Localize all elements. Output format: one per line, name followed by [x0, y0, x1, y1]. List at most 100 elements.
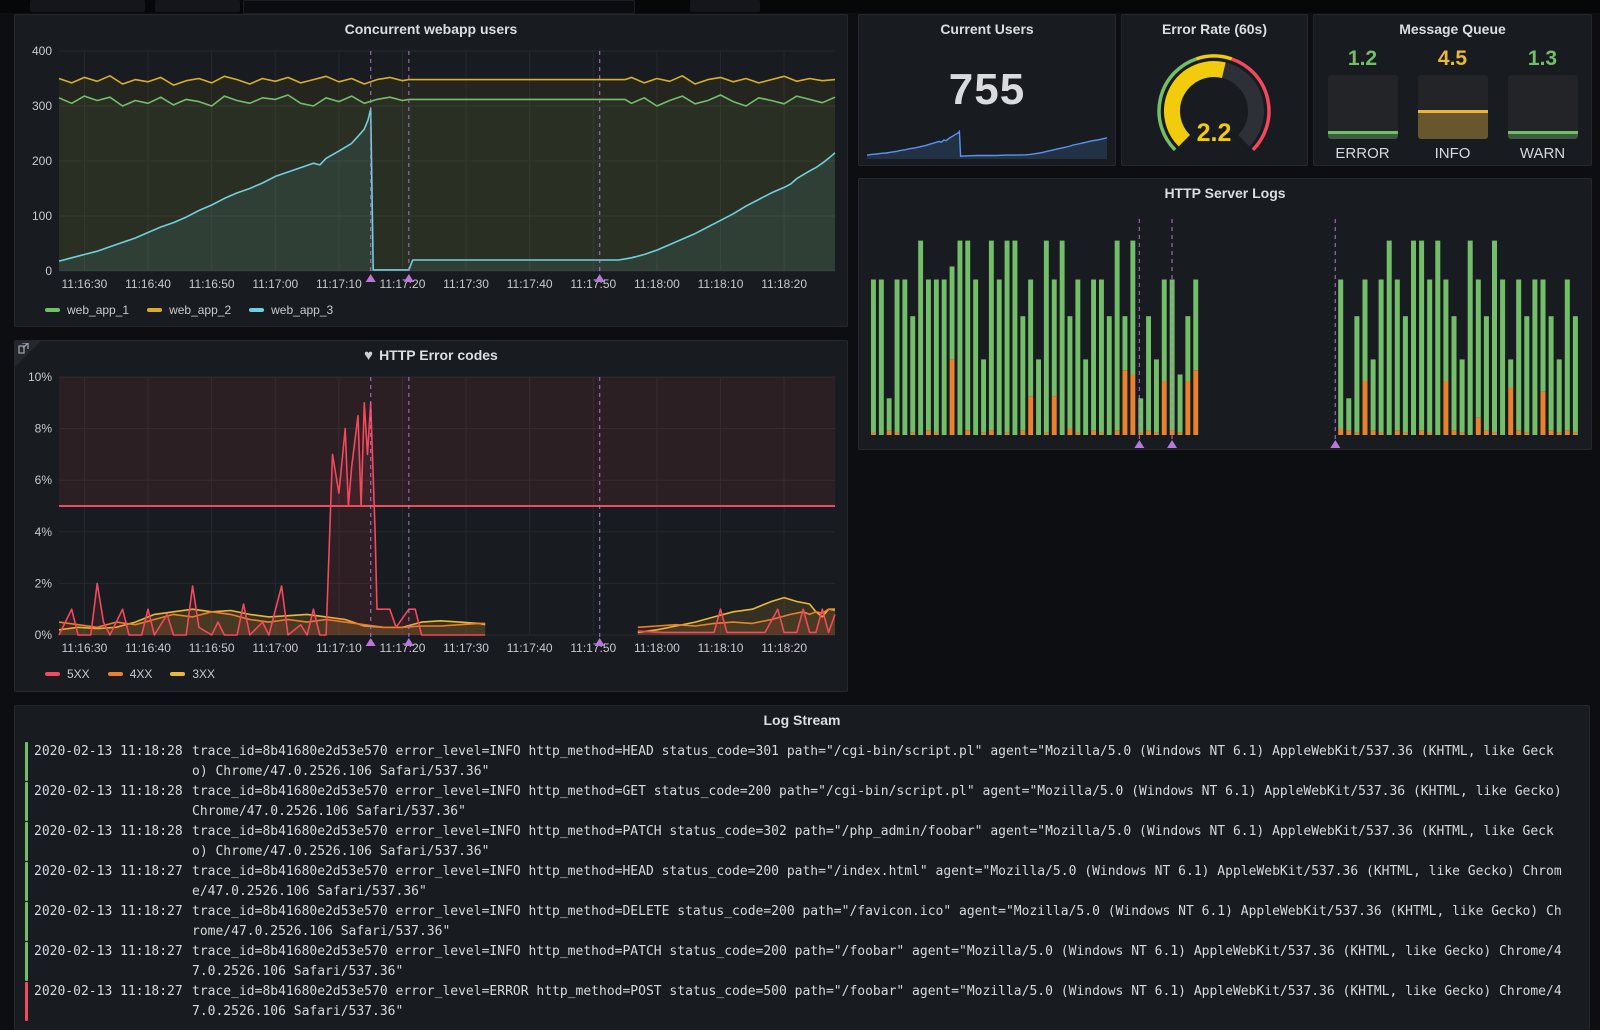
svg-text:8%: 8%	[35, 422, 53, 436]
panel-title-log-stream[interactable]: Log Stream	[15, 706, 1589, 734]
log-level-bar	[25, 862, 28, 901]
svg-text:0%: 0%	[35, 628, 53, 642]
svg-text:11:17:30: 11:17:30	[443, 277, 489, 291]
log-row: 2020-02-13 11:18:27 trace_id=8b41680e2d53…	[25, 902, 1565, 941]
svg-text:11:18:10: 11:18:10	[698, 277, 744, 291]
top-toolbar-strip	[0, 0, 1600, 13]
svg-text:6%: 6%	[35, 473, 53, 487]
panel-http-server-logs: HTTP Server Logs	[858, 178, 1592, 450]
svg-text:100: 100	[32, 209, 52, 223]
http-error-codes-legend: 5XX 4XX 3XX	[15, 661, 847, 687]
external-link-icon	[18, 343, 29, 354]
legend-item-3XX[interactable]: 3XX	[170, 667, 215, 681]
panel-link-corner[interactable]	[15, 341, 41, 367]
log-level-bar	[25, 782, 28, 821]
log-timestamp: 2020-02-13 11:18:28	[34, 822, 182, 861]
legend-label: 3XX	[192, 667, 215, 681]
toolbar-box	[155, 0, 240, 12]
toolbar-box	[243, 0, 635, 14]
log-level-bar	[25, 902, 28, 941]
error-rate-value: 2.2	[1197, 119, 1232, 147]
log-level-bar	[25, 822, 28, 861]
legend-swatch	[249, 308, 264, 312]
legend-item-web_app_2[interactable]: web_app_2	[147, 303, 231, 317]
legend-swatch	[45, 308, 60, 312]
log-message: trace_id=8b41680e2d53e570 error_level=ER…	[192, 982, 1565, 1021]
svg-text:11:16:50: 11:16:50	[189, 641, 235, 655]
log-row: 2020-02-13 11:18:27 trace_id=8b41680e2d53…	[25, 862, 1565, 901]
legend-label: web_app_2	[169, 303, 231, 317]
log-message: trace_id=8b41680e2d53e570 error_level=IN…	[192, 902, 1565, 941]
panel-title-current-users[interactable]: Current Users	[859, 15, 1115, 43]
panel-error-rate: Error Rate (60s) 2.2	[1121, 14, 1308, 166]
http-error-codes-chart: 11:16:3011:16:4011:16:5011:17:0011:17:10…	[19, 369, 845, 661]
concurrent-users-chart: 11:16:3011:16:4011:16:5011:17:0011:17:10…	[19, 43, 845, 297]
log-message: trace_id=8b41680e2d53e570 error_level=IN…	[192, 862, 1565, 901]
heart-icon: ♥	[364, 347, 373, 364]
panel-title-http-error-codes[interactable]: ♥HTTP Error codes	[15, 341, 847, 369]
svg-text:11:18:20: 11:18:20	[761, 641, 807, 655]
log-timestamp: 2020-02-13 11:18:28	[34, 782, 182, 821]
log-message: trace_id=8b41680e2d53e570 error_level=IN…	[192, 782, 1565, 821]
log-level-bar	[25, 942, 28, 981]
svg-text:11:16:30: 11:16:30	[62, 641, 108, 655]
legend-swatch	[45, 672, 60, 676]
queue-bar	[1508, 75, 1578, 139]
current-users-sparkline	[867, 118, 1107, 160]
svg-text:400: 400	[32, 44, 52, 58]
legend-swatch	[170, 672, 185, 676]
legend-item-web_app_3[interactable]: web_app_3	[249, 303, 333, 317]
log-rows: 2020-02-13 11:18:28 trace_id=8b41680e2d53…	[15, 734, 1589, 1021]
queue-bar	[1418, 75, 1488, 139]
svg-text:11:18:20: 11:18:20	[761, 277, 807, 291]
toolbar-box	[690, 0, 760, 12]
svg-text:11:16:40: 11:16:40	[125, 641, 171, 655]
legend-item-5XX[interactable]: 5XX	[45, 667, 90, 681]
svg-text:11:17:00: 11:17:00	[252, 641, 298, 655]
svg-text:4%: 4%	[35, 525, 53, 539]
current-users-value: 755	[859, 65, 1115, 115]
log-row: 2020-02-13 11:18:27 trace_id=8b41680e2d53…	[25, 942, 1565, 981]
panel-title-concurrent-webapp-users[interactable]: Concurrent webapp users	[15, 15, 847, 43]
svg-text:11:17:10: 11:17:10	[316, 277, 362, 291]
svg-text:11:17:40: 11:17:40	[507, 277, 553, 291]
svg-text:11:17:20: 11:17:20	[380, 641, 426, 655]
log-level-bar	[25, 982, 28, 1021]
concurrent-users-legend: web_app_1 web_app_2 web_app_3	[15, 297, 847, 323]
toolbar-box	[30, 0, 145, 12]
queue-value: 1.3	[1528, 47, 1557, 71]
legend-swatch	[147, 308, 162, 312]
legend-item-4XX[interactable]: 4XX	[108, 667, 153, 681]
log-timestamp: 2020-02-13 11:18:27	[34, 982, 182, 1021]
log-bars	[871, 241, 1578, 435]
panel-concurrent-webapp-users: Concurrent webapp users 11:16:3011:16:40…	[14, 14, 848, 327]
legend-label: 4XX	[130, 667, 153, 681]
svg-text:11:17:30: 11:17:30	[443, 641, 489, 655]
panel-title-message-queue[interactable]: Message Queue	[1314, 15, 1591, 43]
svg-text:11:16:50: 11:16:50	[189, 277, 235, 291]
legend-item-web_app_1[interactable]: web_app_1	[45, 303, 129, 317]
panel-title-error-rate[interactable]: Error Rate (60s)	[1122, 15, 1307, 43]
log-timestamp: 2020-02-13 11:18:27	[34, 902, 182, 941]
svg-text:0: 0	[45, 264, 52, 278]
queue-bar	[1328, 75, 1398, 139]
svg-text:11:16:30: 11:16:30	[62, 277, 108, 291]
message-queue-gauges: 1.2ERROR4.5INFO1.3WARN	[1314, 47, 1591, 162]
svg-text:11:17:40: 11:17:40	[507, 641, 553, 655]
log-timestamp: 2020-02-13 11:18:27	[34, 942, 182, 981]
legend-label: web_app_1	[67, 303, 129, 317]
panel-title-http-server-logs[interactable]: HTTP Server Logs	[859, 179, 1591, 207]
queue-label: WARN	[1520, 145, 1565, 162]
log-message: trace_id=8b41680e2d53e570 error_level=IN…	[192, 822, 1565, 861]
log-timestamp: 2020-02-13 11:18:27	[34, 862, 182, 901]
log-message: trace_id=8b41680e2d53e570 error_level=IN…	[192, 942, 1565, 981]
queue-gauge-warn: 1.3 WARN	[1508, 47, 1578, 162]
log-row: 2020-02-13 11:18:28 trace_id=8b41680e2d53…	[25, 782, 1565, 821]
svg-text:11:18:00: 11:18:00	[634, 277, 680, 291]
annotation-marker[interactable]	[1167, 219, 1177, 448]
legend-label: web_app_3	[271, 303, 333, 317]
queue-value: 1.2	[1348, 47, 1377, 71]
queue-gauge-info: 4.5INFO	[1418, 47, 1488, 162]
queue-label: INFO	[1435, 145, 1471, 162]
log-message: trace_id=8b41680e2d53e570 error_level=IN…	[192, 742, 1565, 781]
